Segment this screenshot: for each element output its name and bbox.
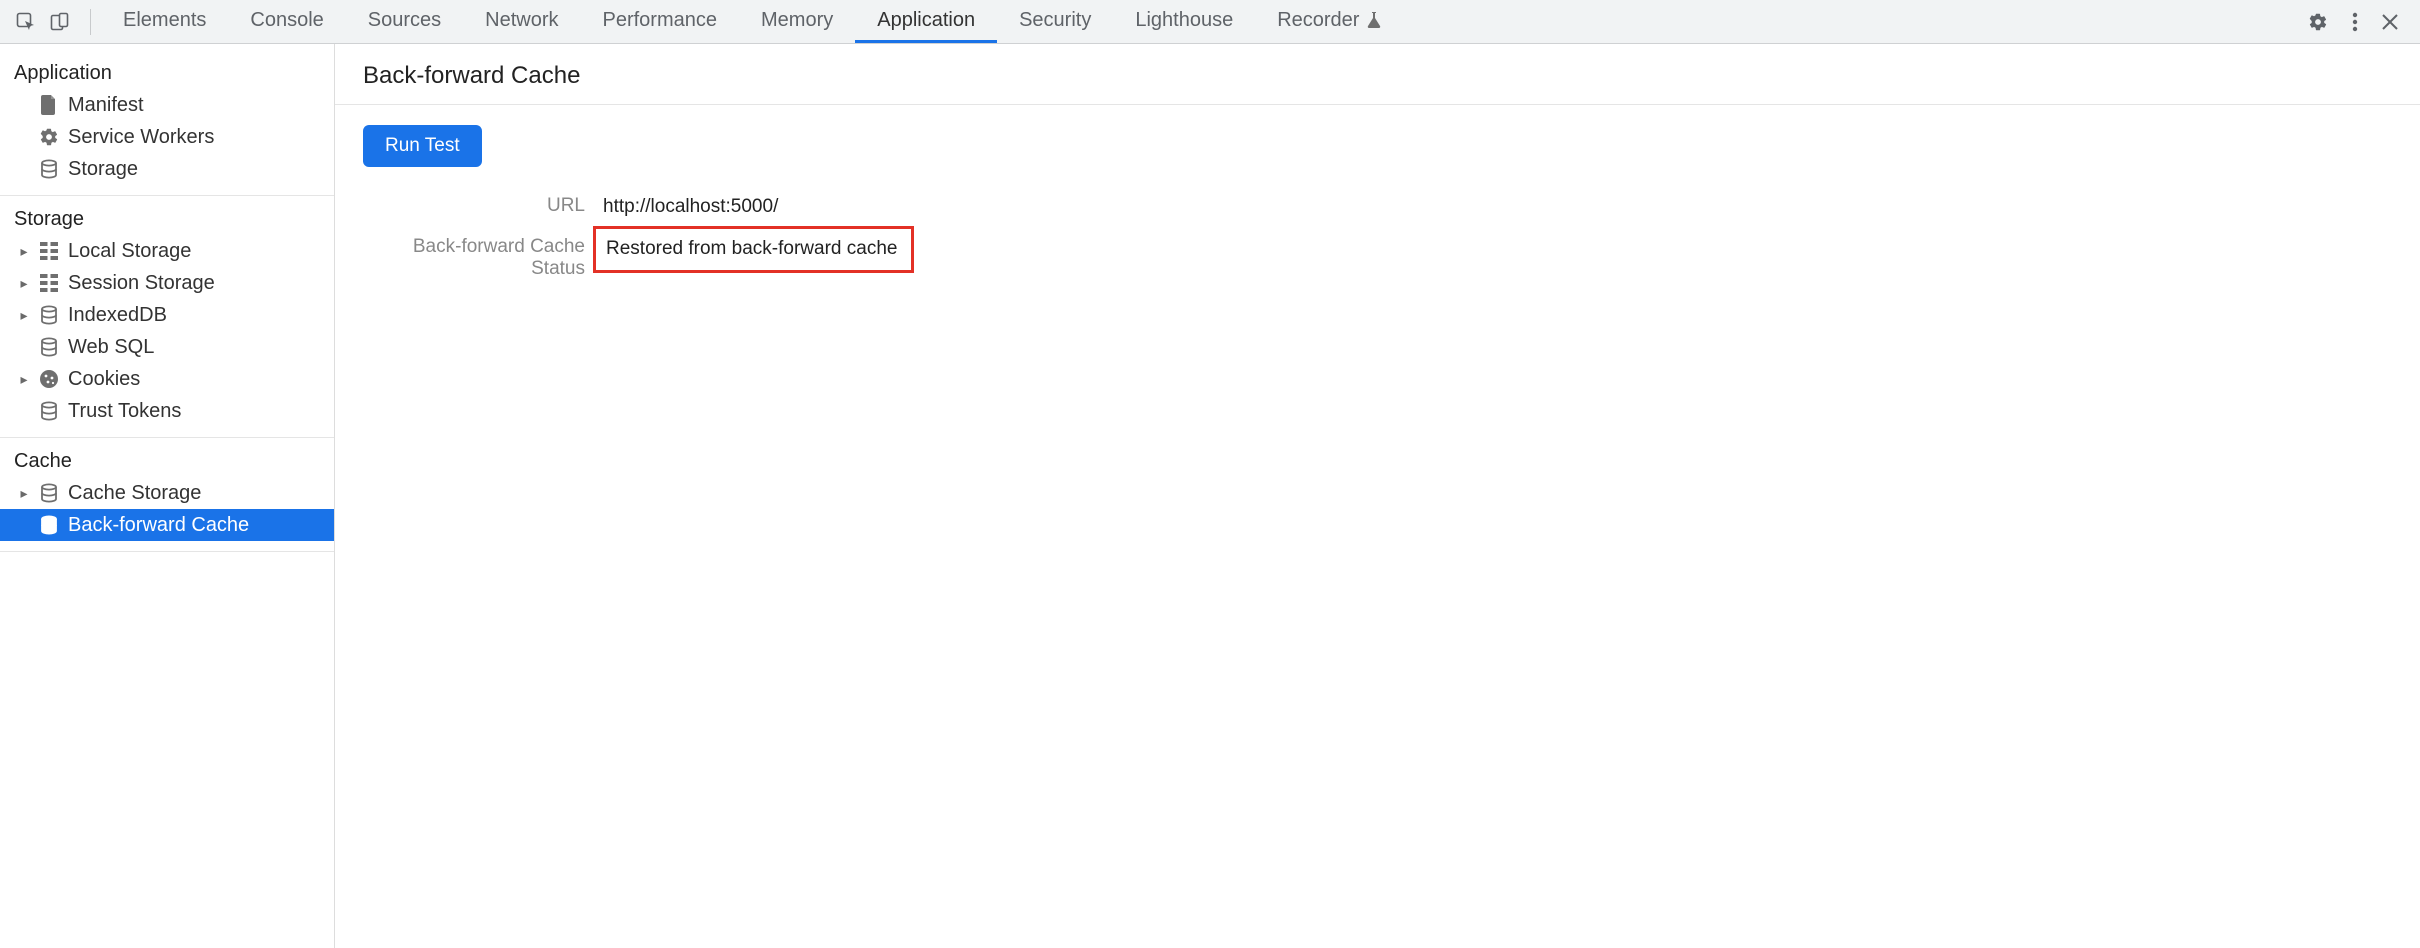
file-icon bbox=[38, 94, 60, 116]
db-icon bbox=[38, 158, 60, 180]
tab-sources[interactable]: Sources bbox=[346, 0, 463, 43]
sidebar-item-storage[interactable]: Storage bbox=[0, 153, 334, 185]
expand-arrow-icon: ▸ bbox=[18, 243, 30, 260]
sidebar-item-web-sql[interactable]: Web SQL bbox=[0, 331, 334, 363]
sidebar-section-storage: Storage bbox=[0, 202, 334, 235]
grid-icon bbox=[38, 240, 60, 262]
sidebar-item-label: Trust Tokens bbox=[68, 400, 181, 423]
sidebar-item-local-storage[interactable]: ▸ Local Storage bbox=[0, 235, 334, 267]
sidebar-item-label: IndexedDB bbox=[68, 304, 167, 327]
sidebar-item-label: Cookies bbox=[68, 368, 140, 391]
expand-arrow-icon: ▸ bbox=[18, 275, 30, 292]
sidebar-item-label: Cache Storage bbox=[68, 482, 201, 505]
tab-lighthouse[interactable]: Lighthouse bbox=[1113, 0, 1255, 43]
tab-application[interactable]: Application bbox=[855, 0, 997, 43]
gear-icon bbox=[38, 126, 60, 148]
devtools-tabstrip: Elements Console Sources Network Performance… bbox=[0, 0, 2420, 44]
application-sidebar: Application Manifest Service Workers Storag… bbox=[0, 44, 335, 948]
sidebar-item-back-forward-cache[interactable]: Back-forward Cache bbox=[0, 509, 334, 541]
device-toolbar-icon[interactable] bbox=[50, 12, 70, 32]
tab-label: Security bbox=[1019, 9, 1091, 32]
flask-icon bbox=[1367, 12, 1381, 28]
kv-value: Restored from back-forward cache bbox=[606, 238, 897, 259]
tab-label: Application bbox=[877, 9, 975, 32]
kv-label: Back-forward Cache Status bbox=[363, 236, 603, 280]
expand-arrow-icon: ▸ bbox=[18, 307, 30, 324]
sidebar-item-manifest[interactable]: Manifest bbox=[0, 89, 334, 121]
db-icon bbox=[38, 400, 60, 422]
sidebar-item-session-storage[interactable]: ▸ Session Storage bbox=[0, 267, 334, 299]
tab-label: Memory bbox=[761, 9, 833, 32]
sidebar-item-label: Session Storage bbox=[68, 272, 215, 295]
sidebar-item-label: Local Storage bbox=[68, 240, 191, 263]
kv-row: URLhttp://localhost:5000/ bbox=[363, 195, 2392, 218]
tab-label: Sources bbox=[368, 9, 441, 32]
sidebar-section-cache: Cache bbox=[0, 444, 334, 477]
expand-arrow-icon: ▸ bbox=[18, 371, 30, 388]
sidebar-item-service-workers[interactable]: Service Workers bbox=[0, 121, 334, 153]
sidebar-item-indexeddb[interactable]: ▸ IndexedDB bbox=[0, 299, 334, 331]
kv-label: URL bbox=[363, 195, 603, 217]
tab-elements[interactable]: Elements bbox=[101, 0, 228, 43]
sidebar-item-label: Web SQL bbox=[68, 336, 154, 359]
sidebar-item-label: Storage bbox=[68, 158, 138, 181]
db-icon bbox=[38, 336, 60, 358]
tab-label: Recorder bbox=[1277, 9, 1359, 32]
cookie-icon bbox=[38, 368, 60, 390]
tab-recorder[interactable]: Recorder bbox=[1255, 0, 1403, 43]
tab-security[interactable]: Security bbox=[997, 0, 1113, 43]
highlight-box: Restored from back-forward cache bbox=[593, 226, 914, 273]
tab-label: Elements bbox=[123, 9, 206, 32]
sidebar-section-application: Application bbox=[0, 56, 334, 89]
tab-label: Console bbox=[250, 9, 323, 32]
settings-icon[interactable] bbox=[2308, 12, 2328, 32]
kv-row: Back-forward Cache StatusRestored from b… bbox=[363, 236, 2392, 280]
content-pane: Back-forward Cache Run Test URLhttp://lo… bbox=[335, 44, 2420, 948]
inspect-element-icon[interactable] bbox=[16, 12, 36, 32]
expand-arrow-icon: ▸ bbox=[18, 485, 30, 502]
sidebar-item-label: Service Workers bbox=[68, 126, 214, 149]
tabstrip-divider bbox=[90, 9, 91, 35]
kv-value: http://localhost:5000/ bbox=[603, 196, 778, 217]
grid-icon bbox=[38, 272, 60, 294]
sidebar-item-trust-tokens[interactable]: Trust Tokens bbox=[0, 395, 334, 427]
sidebar-item-label: Manifest bbox=[68, 94, 144, 117]
db-icon bbox=[38, 514, 60, 536]
tab-memory[interactable]: Memory bbox=[739, 0, 855, 43]
close-icon[interactable] bbox=[2382, 14, 2398, 30]
sidebar-item-cache-storage[interactable]: ▸ Cache Storage bbox=[0, 477, 334, 509]
content-title: Back-forward Cache bbox=[335, 44, 2420, 105]
tab-label: Performance bbox=[603, 9, 718, 32]
db-icon bbox=[38, 482, 60, 504]
tab-label: Network bbox=[485, 9, 558, 32]
db-icon bbox=[38, 304, 60, 326]
run-test-button[interactable]: Run Test bbox=[363, 125, 482, 167]
sidebar-item-cookies[interactable]: ▸ Cookies bbox=[0, 363, 334, 395]
more-options-icon[interactable] bbox=[2352, 12, 2358, 32]
tab-console[interactable]: Console bbox=[228, 0, 345, 43]
tab-label: Lighthouse bbox=[1135, 9, 1233, 32]
sidebar-item-label: Back-forward Cache bbox=[68, 514, 249, 537]
tab-network[interactable]: Network bbox=[463, 0, 580, 43]
tab-performance[interactable]: Performance bbox=[581, 0, 740, 43]
